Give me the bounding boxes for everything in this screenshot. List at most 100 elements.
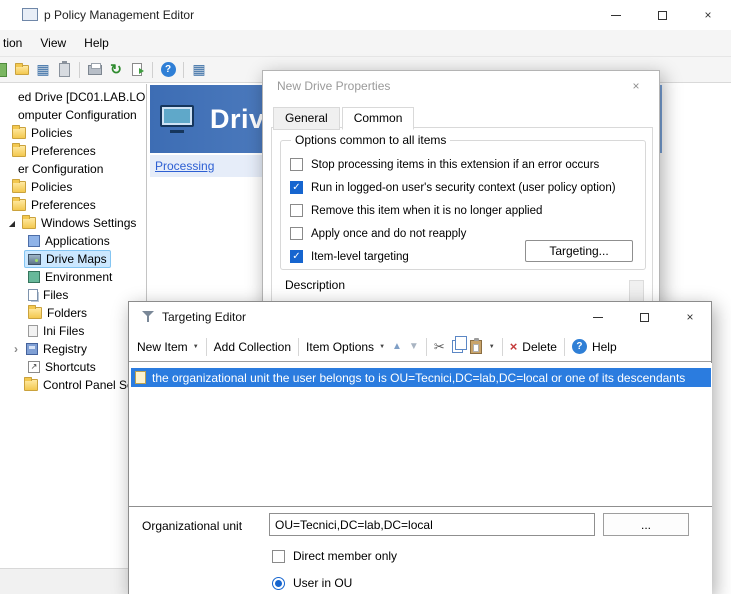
menu-action[interactable]: tion: [0, 30, 31, 56]
folder-icon: [28, 307, 42, 319]
tree-item-label: Files: [43, 288, 68, 302]
expand-icon[interactable]: ›: [10, 344, 22, 354]
clipboard-icon: [59, 63, 70, 77]
help-button[interactable]: ?: [159, 61, 177, 79]
checkbox[interactable]: ✓: [290, 181, 303, 194]
checkbox[interactable]: [290, 227, 303, 240]
tree-item-environment[interactable]: Environment: [0, 268, 146, 286]
folder-icon: [12, 181, 26, 193]
tree-item-omputer-configuration[interactable]: omputer Configuration: [0, 106, 146, 124]
tree-horizontal-scrollbar[interactable]: [0, 568, 147, 594]
tree-item-er-configuration[interactable]: er Configuration: [0, 160, 146, 178]
partial-icon: [0, 63, 7, 77]
new-item-button[interactable]: New Item ▼: [137, 340, 199, 354]
tree-item-preferences[interactable]: Preferences: [0, 196, 146, 214]
targeting-help-button[interactable]: ? Help: [572, 339, 617, 354]
minimize-icon: [611, 15, 621, 16]
direct-member-only-option[interactable]: Direct member only: [272, 549, 397, 563]
user-in-ou-label: User in OU: [293, 576, 352, 590]
partial-toolbar-icon[interactable]: [0, 61, 10, 79]
refresh-button[interactable]: ↻: [107, 61, 125, 79]
tree-item-control-panel-sett[interactable]: Control Panel Sett: [0, 376, 146, 394]
properties-title: New Drive Properties: [277, 71, 390, 101]
tree-item-drive-maps[interactable]: Drive Maps: [0, 250, 146, 268]
tree-item-label: ed Drive [DC01.LAB.LOCA: [18, 90, 146, 104]
close-button[interactable]: ×: [685, 0, 731, 30]
tree-item-policies[interactable]: Policies: [0, 124, 146, 142]
console-tree: ed Drive [DC01.LAB.LOCA omputer Configura…: [0, 84, 147, 594]
shortcut-icon: ↗: [28, 361, 40, 373]
option-apply-once-and-do-not-reapply[interactable]: Apply once and do not reapply: [290, 226, 639, 241]
window-icon: [22, 8, 38, 21]
item-options-button[interactable]: Item Options ▼: [306, 340, 385, 354]
direct-member-only-checkbox[interactable]: [272, 550, 285, 563]
browse-button[interactable]: ...: [603, 513, 689, 536]
organizational-unit-input[interactable]: [269, 513, 595, 536]
targeting-minimize-button[interactable]: [575, 302, 621, 332]
show-console-tree-button[interactable]: ▦: [34, 61, 52, 79]
paste-dropdown-icon[interactable]: ▼: [489, 344, 495, 350]
add-collection-button[interactable]: Add Collection: [214, 340, 291, 354]
maximize-button[interactable]: [639, 0, 685, 30]
properties-titlebar: New Drive Properties ×: [263, 71, 659, 101]
delete-button[interactable]: × Delete: [510, 339, 557, 354]
export-list-button[interactable]: [128, 61, 146, 79]
toolbar-separator: [183, 62, 184, 78]
paste-button[interactable]: [470, 340, 482, 354]
targeting-button[interactable]: Targeting...: [525, 240, 633, 262]
properties-close-button[interactable]: ×: [613, 71, 659, 101]
option-label: Run in logged-on user's security context…: [311, 182, 616, 194]
drive-maps-banner-icon: [160, 105, 198, 133]
user-in-ou-option[interactable]: User in OU: [272, 576, 352, 590]
minimize-button[interactable]: [593, 0, 639, 30]
checkbox[interactable]: ✓: [290, 250, 303, 263]
user-in-ou-radio[interactable]: [272, 577, 285, 590]
tab-general[interactable]: General: [273, 107, 340, 130]
checkbox[interactable]: [290, 158, 303, 171]
option-run-in-logged-on-user-s-security-context[interactable]: ✓ Run in logged-on user's security contex…: [290, 180, 639, 195]
targeting-toolbar: New Item ▼ Add Collection Item Options ▼…: [129, 332, 711, 362]
tree-item-applications[interactable]: Applications: [0, 232, 146, 250]
tree-item-label: Applications: [45, 234, 110, 248]
tree-item-preferences[interactable]: Preferences: [0, 142, 146, 160]
list-view-button[interactable]: ▦: [190, 61, 208, 79]
checkbox[interactable]: [290, 204, 303, 217]
common-tab-page: Options common to all items Stop process…: [271, 127, 653, 313]
print-button[interactable]: [86, 61, 104, 79]
up-one-level-button[interactable]: [13, 61, 31, 79]
clipboard-button[interactable]: [55, 61, 73, 79]
tree-item-shortcuts[interactable]: ↗Shortcuts: [0, 358, 146, 376]
tree-item-policies[interactable]: Policies: [0, 178, 146, 196]
option-remove-this-item-when-it-is-no-longer-ap[interactable]: Remove this item when it is no longer ap…: [290, 203, 639, 218]
tree-item-files[interactable]: Files: [0, 286, 146, 304]
tree-item-windows-settings[interactable]: ◢ Windows Settings: [0, 214, 146, 232]
collapse-icon[interactable]: ◢: [6, 219, 18, 228]
tree-item-label: Control Panel Sett: [43, 378, 140, 392]
tab-common[interactable]: Common: [342, 107, 415, 130]
move-down-button[interactable]: ▼: [409, 341, 419, 352]
option-stop-processing-items-in-this-extension-[interactable]: Stop processing items in this extension …: [290, 157, 639, 172]
tree-item-ed-drive-dc01-lab-loca[interactable]: ed Drive [DC01.LAB.LOCA: [0, 88, 146, 106]
targeting-close-button[interactable]: ×: [667, 302, 713, 332]
tree-item-label: Drive Maps: [46, 252, 107, 266]
cut-button[interactable]: ✂: [434, 339, 445, 355]
menu-view[interactable]: View: [31, 30, 75, 56]
organizational-unit-label: Organizational unit: [142, 519, 242, 533]
folder-icon: [12, 199, 26, 211]
tree-item-folders[interactable]: Folders: [0, 304, 146, 322]
direct-member-only-label: Direct member only: [293, 549, 397, 563]
tree-item-ini-files[interactable]: Ini Files: [0, 322, 146, 340]
files-icon: [28, 289, 38, 301]
toolbar-separator: [152, 62, 153, 78]
targeting-item[interactable]: the organizational unit the user belongs…: [131, 368, 711, 387]
tree-item-registry[interactable]: ›Registry: [0, 340, 146, 358]
targeting-maximize-button[interactable]: [621, 302, 667, 332]
copy-button[interactable]: [452, 340, 463, 353]
tree-item-label: Policies: [31, 180, 72, 194]
targeting-title: Targeting Editor: [162, 302, 246, 332]
tree-item-label: Windows Settings: [41, 216, 136, 230]
tree-item-label: Preferences: [31, 144, 96, 158]
menu-help[interactable]: Help: [75, 30, 118, 56]
move-up-button[interactable]: ▲: [392, 341, 402, 352]
processing-link[interactable]: Processing: [155, 159, 214, 173]
